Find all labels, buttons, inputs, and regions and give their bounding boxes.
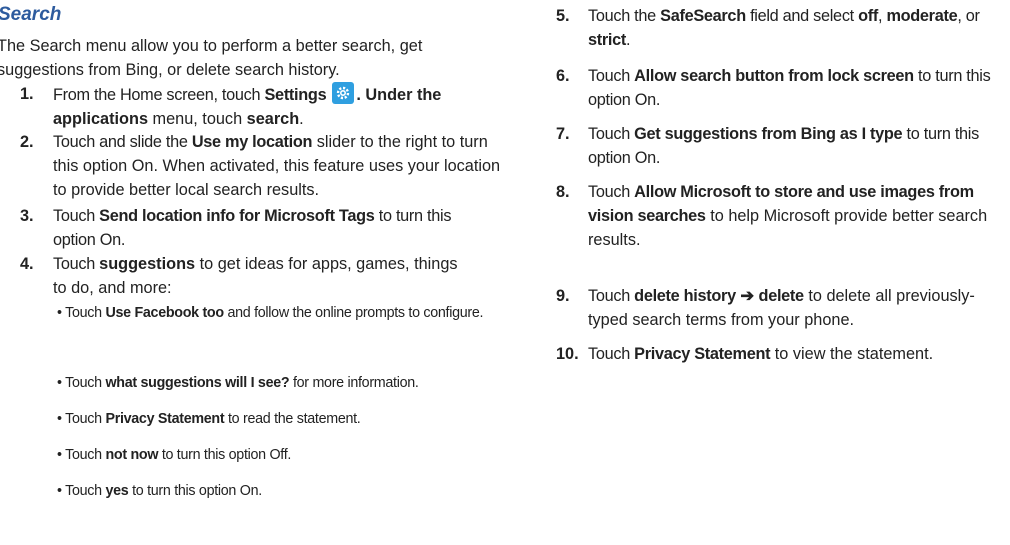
- section-heading: Search: [0, 4, 62, 25]
- step-number: 5.: [556, 7, 570, 25]
- step-number: 4.: [20, 255, 34, 273]
- step-text: Touch and slide the Use my location slid…: [53, 133, 501, 199]
- step-text: Touch the SafeSearch field and select of…: [588, 7, 980, 49]
- list-item: • Touch what suggestions will I see? for…: [57, 375, 419, 391]
- list-item: • Touch Use Facebook too and follow the …: [57, 305, 484, 321]
- step-number: 1.: [20, 85, 34, 103]
- step-text: Touch Privacy Statement to view the stat…: [588, 345, 934, 363]
- step-text: Touch Allow Microsoft to store and use i…: [588, 183, 988, 249]
- step-number: 8.: [556, 183, 570, 201]
- step-text: Touch delete history ➔ delete to delete …: [588, 287, 975, 329]
- step-text: From the Home screen, touch Settings. Un…: [53, 82, 511, 131]
- step-number: 2.: [20, 133, 34, 151]
- step-text: Touch Allow search button from lock scre…: [588, 67, 991, 109]
- intro-paragraph: The Search menu allow you to perform a b…: [0, 37, 423, 79]
- step-text: Touch Send location info for Microsoft T…: [53, 207, 452, 249]
- arrow-icon: ➔: [735, 287, 759, 305]
- step-number: 10.: [556, 345, 579, 363]
- list-item: • Touch not now to turn this option Off.: [57, 447, 292, 463]
- step-number: 6.: [556, 67, 570, 85]
- list-item: • Touch Privacy Statement to read the st…: [57, 411, 361, 427]
- step-number: 7.: [556, 125, 570, 143]
- list-item: • Touch yes to turn this option On.: [57, 483, 262, 499]
- step-number: 9.: [556, 287, 570, 305]
- gear-icon: [332, 82, 355, 104]
- step-number: 3.: [20, 207, 34, 225]
- step-text: Touch suggestions to get ideas for apps,…: [53, 255, 458, 297]
- step-text: Touch Get suggestions from Bing as I typ…: [588, 125, 979, 167]
